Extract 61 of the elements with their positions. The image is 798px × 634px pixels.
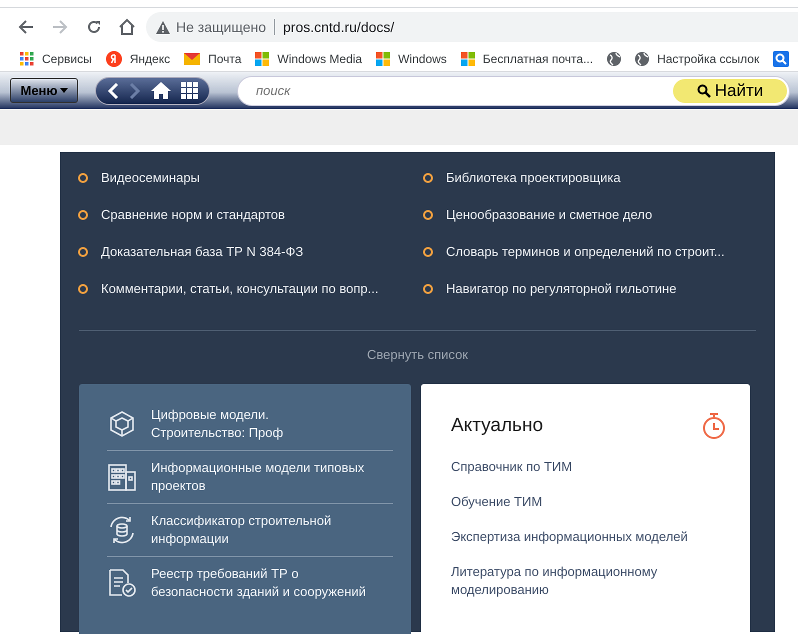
category-link[interactable]: Доказательная база ТР N 384-ФЗ [101, 242, 304, 262]
bullet-icon [78, 284, 88, 294]
buildings-icon [107, 462, 137, 492]
collapse-link[interactable]: Свернуть список [367, 345, 468, 364]
security-label: Не защищено [176, 18, 266, 37]
bullet-icon [78, 173, 88, 183]
database-sync-icon [107, 514, 137, 544]
service-link[interactable]: Классификатор строительной информации [151, 512, 379, 548]
url-text: pros.cntd.ru/docs/ [283, 18, 394, 37]
grid-icon[interactable] [181, 82, 198, 99]
windows-logo-icon [255, 52, 270, 66]
service-link[interactable]: Цифровые модели. Строительство: Проф [151, 406, 284, 442]
search-icon[interactable] [773, 50, 790, 66]
home-icon[interactable] [151, 82, 171, 99]
bookmark-link[interactable]: Настройка ссылок [657, 50, 760, 68]
bookmark-link[interactable]: Яндекс [130, 50, 170, 68]
topic-link[interactable]: Обучение ТИМ [451, 493, 726, 511]
envelope-icon [184, 52, 200, 64]
category-link[interactable]: Библиотека проектировщика [446, 168, 621, 188]
search-button[interactable]: Найти [673, 78, 787, 102]
bookmark-link[interactable]: Windows [398, 50, 447, 68]
windows-logo-icon [376, 52, 390, 66]
bookmark-link[interactable]: Бесплатная почта... [482, 50, 594, 68]
menu-button[interactable]: Меню [10, 78, 78, 103]
apps-icon [20, 52, 34, 66]
service-link[interactable]: Реестр требований ТР о безопасности зданий и сооружений [151, 564, 379, 600]
bullet-icon [78, 247, 88, 257]
category-link[interactable]: Навигатор по регуляторной гильотине [446, 279, 676, 299]
category-link[interactable]: Видеосеминары [101, 168, 200, 188]
bullet-icon [423, 210, 433, 220]
globe-icon[interactable] [607, 52, 622, 66]
bullet-icon [423, 284, 433, 294]
topic-link[interactable]: Литература по информационному моделированию [451, 563, 726, 599]
topic-link[interactable]: Экспертиза информационных моделей [451, 528, 726, 546]
warning-icon [156, 20, 170, 34]
letter-logo-icon [106, 50, 122, 66]
category-link[interactable]: Комментарии, статьи, консультации по вопр... [101, 279, 378, 299]
bookmark-link[interactable]: Почта [208, 50, 242, 68]
back-icon[interactable] [18, 19, 34, 35]
forward-icon[interactable] [129, 82, 141, 98]
bookmark-link[interactable]: Windows Media [277, 50, 362, 68]
reload-icon[interactable] [86, 19, 102, 35]
service-link[interactable]: Информационные модели типовых проектов [151, 458, 379, 494]
address-bar[interactable]: Не защищено pros.cntd.ru/docs/ [146, 12, 798, 42]
cube-icon [107, 410, 137, 438]
bullet-icon [423, 173, 433, 183]
category-link[interactable]: Словарь терминов и определений по строит... [446, 242, 725, 262]
stopwatch-icon [702, 412, 726, 440]
caret-icon [60, 88, 68, 93]
globe-icon [635, 52, 650, 66]
windows-logo-icon [460, 52, 475, 66]
category-link[interactable]: Сравнение норм и стандартов [101, 205, 285, 225]
category-link[interactable]: Ценообразование и сметное дело [446, 205, 652, 225]
bullet-icon [423, 247, 433, 257]
bookmark-link[interactable]: Сервисы [42, 50, 92, 68]
topic-link[interactable]: Справочник по ТИМ [451, 458, 726, 476]
search-icon [696, 84, 711, 98]
bullet-icon [78, 210, 88, 220]
section-title: Актуально [451, 414, 544, 438]
document-check-icon [107, 568, 137, 598]
home-icon[interactable] [118, 18, 136, 36]
